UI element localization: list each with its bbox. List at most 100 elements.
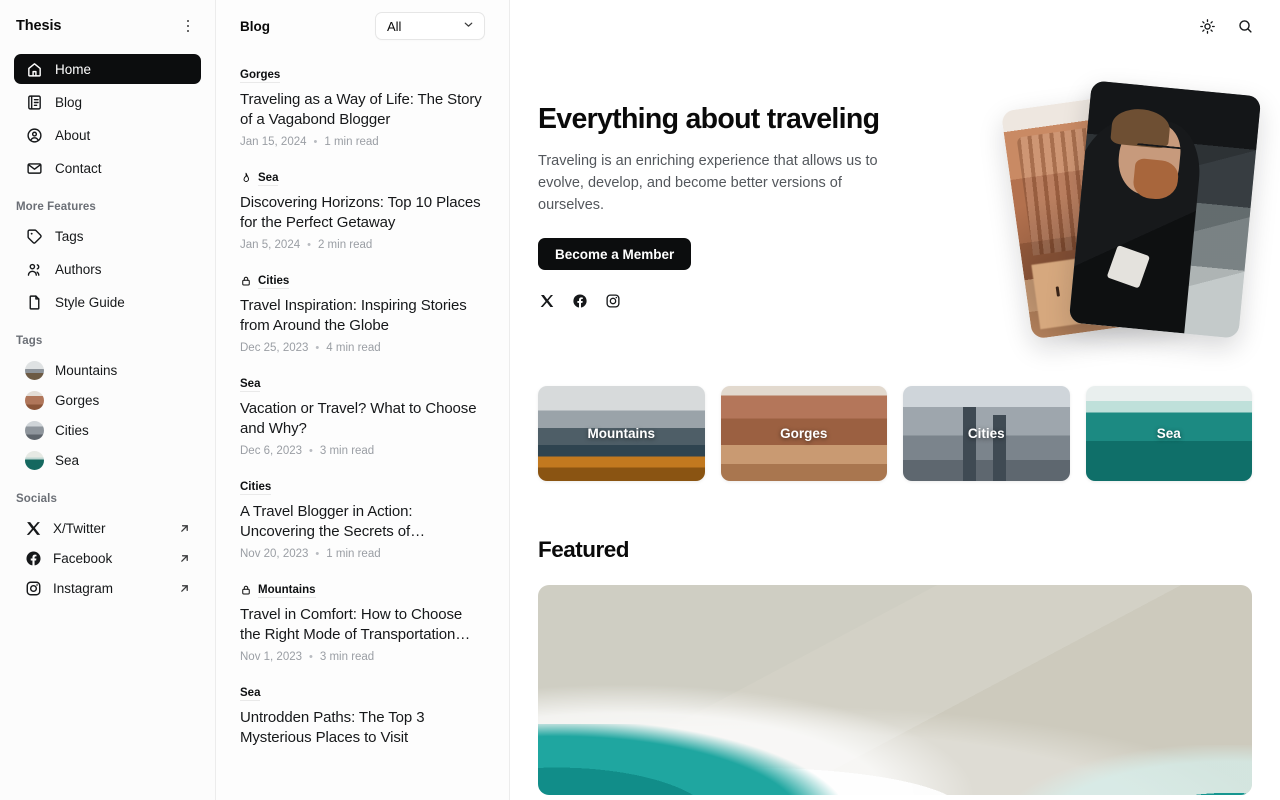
post-date: Nov 1, 2023 — [240, 651, 303, 663]
hero-image-stack — [908, 80, 1262, 340]
social-label: Instagram — [53, 580, 114, 596]
sun-icon[interactable] — [1196, 15, 1218, 37]
post-tag[interactable]: Mountains — [258, 583, 316, 598]
lock-icon — [240, 584, 252, 596]
cities-thumbnail — [25, 420, 44, 440]
sidebar-item-style-guide[interactable]: Style Guide — [14, 287, 201, 317]
category-card-label: Mountains — [587, 426, 656, 441]
external-link-icon — [178, 582, 191, 595]
post-read-time: 1 min read — [324, 136, 379, 148]
post-list-column: Blog All Gorges Traveling as a Way of Li… — [216, 0, 510, 800]
sidebar-item-about[interactable]: About — [14, 120, 201, 150]
x-twitter-icon — [25, 520, 42, 537]
chevron-down-icon — [462, 18, 475, 34]
lock-icon — [240, 275, 252, 287]
category-card-cities[interactable]: Cities — [903, 386, 1070, 481]
sidebar-item-home[interactable]: Home — [14, 54, 201, 84]
facebook-icon[interactable] — [571, 292, 588, 309]
x-twitter-icon[interactable] — [538, 292, 555, 309]
main-content: Everything about traveling Traveling is … — [510, 0, 1280, 800]
social-label: X/Twitter — [53, 520, 106, 536]
sidebar-tag-gorges[interactable]: Gorges — [14, 385, 201, 415]
more-features-nav: Tags Authors Style Guide — [14, 221, 201, 317]
sidebar-tag-mountains[interactable]: Mountains — [14, 355, 201, 385]
meta-separator: • — [309, 445, 313, 457]
sea-thumbnail — [25, 450, 44, 470]
post-list-header: Blog All — [216, 0, 509, 52]
tag-label: Cities — [55, 422, 89, 438]
list-item[interactable]: Sea Untrodden Paths: The Top 3 Mysteriou… — [240, 677, 485, 768]
section-label-more-features: More Features — [16, 201, 96, 213]
list-item[interactable]: Mountains Travel in Comfort: How to Choo… — [240, 574, 485, 677]
post-tag[interactable]: Gorges — [240, 68, 281, 83]
sidebar-tag-sea[interactable]: Sea — [14, 445, 201, 475]
category-card-label: Sea — [1156, 426, 1181, 441]
social-link-instagram[interactable]: Instagram — [14, 573, 201, 603]
post-title: Vacation or Travel? What to Choose and W… — [240, 400, 477, 437]
sidebar-item-blog[interactable]: Blog — [14, 87, 201, 117]
category-card-sea[interactable]: Sea — [1085, 386, 1252, 481]
aerial-ocean-beach-photo[interactable] — [538, 585, 1252, 795]
search-icon[interactable] — [1234, 15, 1256, 37]
post-list-title: Blog — [240, 18, 270, 34]
wave-detail-left — [538, 723, 838, 795]
list-item[interactable]: Sea Vacation or Travel? What to Choose a… — [240, 368, 485, 471]
sidebar-item-label: Contact — [55, 160, 102, 176]
facebook-icon — [25, 550, 42, 567]
envelope-icon — [26, 160, 43, 177]
post-tag-row: Cities — [240, 273, 485, 289]
sidebar-item-contact[interactable]: Contact — [14, 153, 201, 183]
category-card-row: Mountains Gorges Cities Sea — [510, 338, 1280, 481]
post-tag[interactable]: Sea — [240, 686, 261, 701]
socials-list: X/Twitter Facebook Instagram — [14, 513, 201, 603]
post-read-time: 3 min read — [319, 651, 375, 663]
post-title: A Travel Blogger in Action: Uncovering t… — [240, 503, 425, 540]
instagram-icon[interactable] — [604, 292, 621, 309]
category-filter-select[interactable]: All — [375, 12, 485, 40]
post-title: Travel Inspiration: Inspiring Stories fr… — [240, 297, 467, 334]
sidebar-tag-cities[interactable]: Cities — [14, 415, 201, 445]
become-a-member-button[interactable]: Become a Member — [538, 238, 692, 270]
post-read-time: 3 min read — [319, 445, 375, 457]
post-tag[interactable]: Cities — [258, 274, 290, 289]
category-card-mountains[interactable]: Mountains — [538, 386, 705, 481]
section-label-tags: Tags — [16, 335, 43, 347]
featured-heading: Featured — [538, 537, 630, 562]
social-link-x-twitter[interactable]: X/Twitter — [14, 513, 201, 543]
post-tag-row: Sea — [240, 170, 485, 186]
users-icon — [26, 261, 43, 278]
sidebar-item-tags[interactable]: Tags — [14, 221, 201, 251]
meta-separator: • — [315, 548, 320, 560]
post-tag[interactable]: Cities — [240, 480, 272, 495]
sidebar-item-label: Tags — [55, 228, 84, 244]
hero-text-block: Everything about traveling Traveling is … — [538, 88, 898, 338]
external-link-icon — [178, 552, 191, 565]
post-tag-row: Sea — [240, 685, 485, 701]
page-title: Everything about traveling — [538, 103, 880, 135]
external-link-icon — [178, 522, 191, 535]
post-title: Traveling as a Way of Life: The Story of… — [240, 91, 482, 128]
post-date: Dec 6, 2023 — [240, 445, 303, 457]
social-link-facebook[interactable]: Facebook — [14, 543, 201, 573]
tags-list: Mountains Gorges Cities Sea — [14, 355, 201, 475]
instagram-icon — [25, 580, 42, 597]
post-tag[interactable]: Sea — [240, 377, 261, 392]
app-root: Thesis Home Blog About Contact More Feat… — [0, 0, 1280, 800]
post-read-time: 2 min read — [317, 239, 373, 251]
list-item[interactable]: Cities Travel Inspiration: Inspiring Sto… — [240, 265, 485, 368]
list-item[interactable]: Gorges Traveling as a Way of Life: The S… — [240, 59, 485, 162]
category-card-gorges[interactable]: Gorges — [720, 386, 887, 481]
list-item[interactable]: Sea Discovering Horizons: Top 10 Places … — [240, 162, 485, 265]
post-read-time: 4 min read — [326, 342, 381, 354]
tag-icon — [26, 228, 43, 245]
hero-section: Everything about traveling Traveling is … — [510, 52, 1280, 340]
post-meta: Dec 25, 2023 • 4 min read — [240, 342, 485, 354]
post-meta: Dec 6, 2023 • 3 min read — [240, 445, 485, 457]
post-meta: Nov 1, 2023 • 3 min read — [240, 651, 485, 663]
sidebar-item-authors[interactable]: Authors — [14, 254, 201, 284]
kebab-menu-icon[interactable] — [177, 15, 199, 37]
newspaper-icon — [26, 94, 43, 111]
list-item[interactable]: Cities A Travel Blogger in Action: Uncov… — [240, 471, 485, 574]
post-tag[interactable]: Sea — [258, 171, 279, 186]
wave-detail-right — [994, 744, 1252, 795]
